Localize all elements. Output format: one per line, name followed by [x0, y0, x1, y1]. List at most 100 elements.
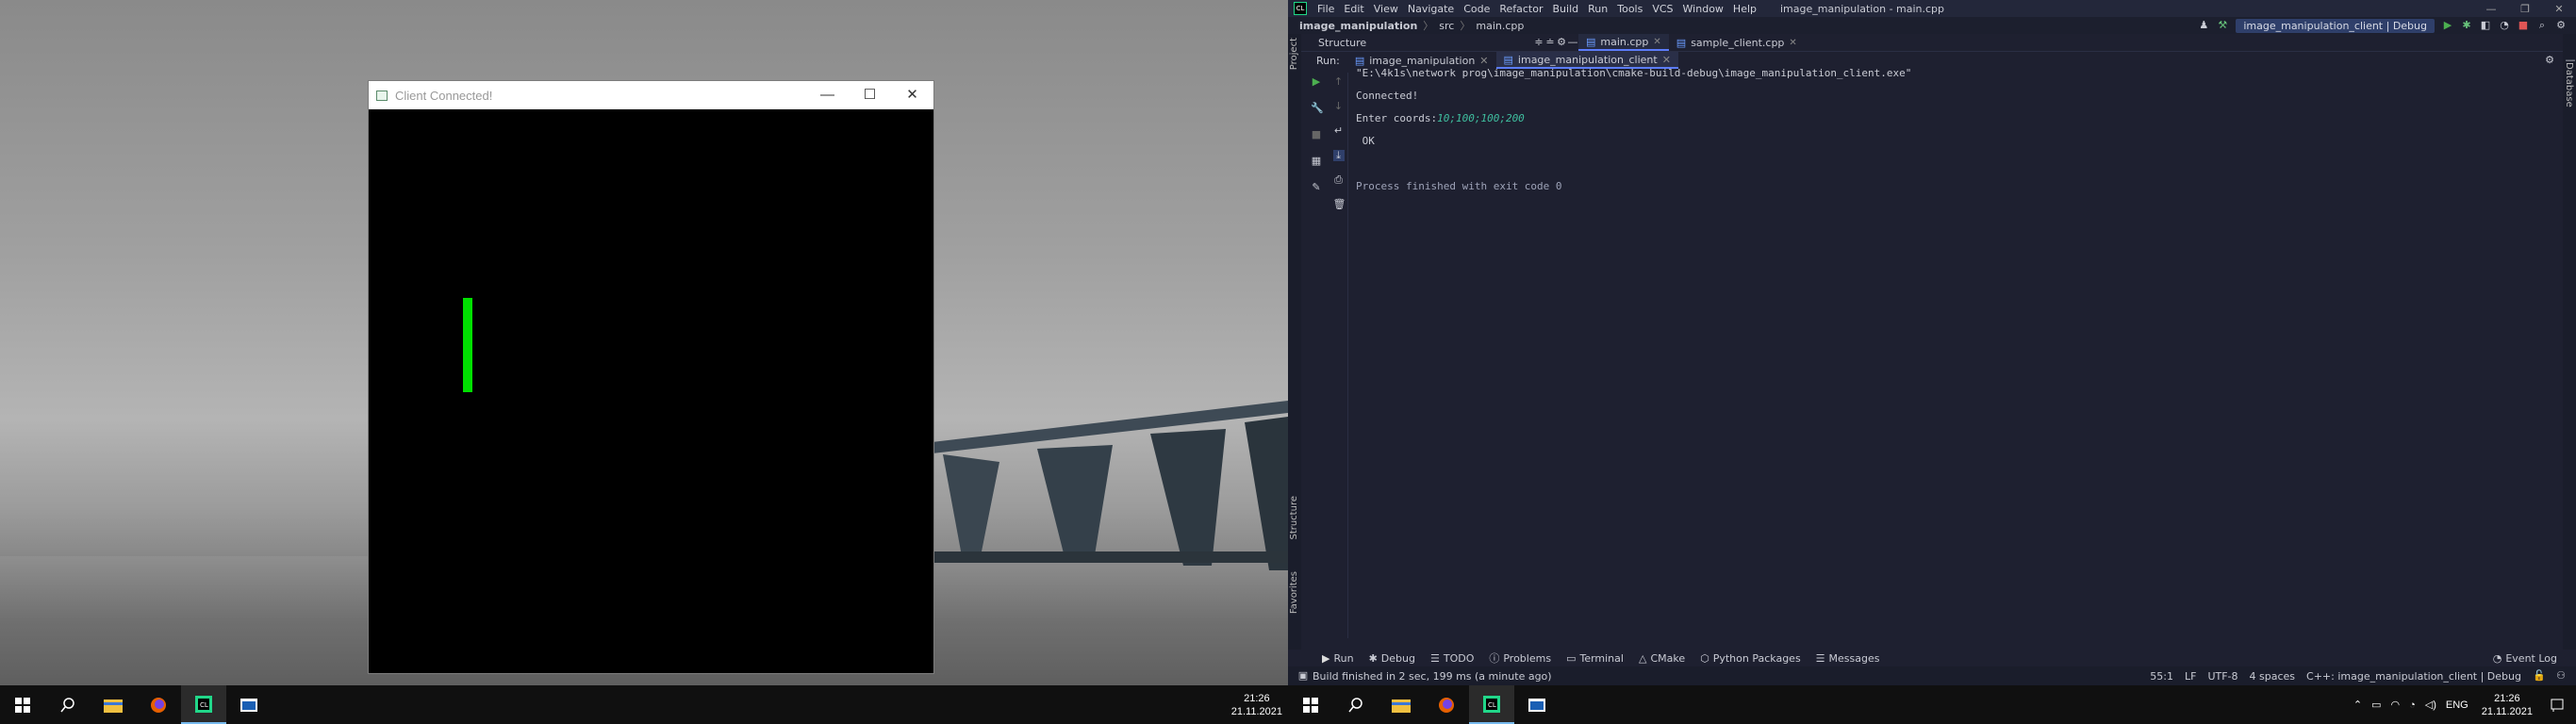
breadcrumb-folder[interactable]: src [1439, 20, 1454, 32]
close-button[interactable]: ✕ [891, 81, 933, 109]
caret-position[interactable]: 55:1 [2150, 670, 2173, 683]
build-hammer-icon[interactable]: ⚒ [2217, 20, 2228, 31]
tab-main-cpp[interactable]: ▤ main.cpp ✕ [1578, 34, 1669, 51]
ide-minimize-button[interactable]: — [2474, 3, 2508, 15]
run-settings-icon[interactable]: ⚙ [2544, 55, 2555, 66]
close-tab-icon[interactable]: ✕ [1789, 38, 1796, 48]
taskbar-firefox[interactable] [1424, 685, 1469, 724]
layout-icon[interactable]: ▦ [1311, 156, 1322, 167]
menu-navigate[interactable]: Navigate [1403, 3, 1459, 15]
favorites-tool-button[interactable]: Favorites [1289, 571, 1299, 614]
taskbar-clion[interactable]: CL [1469, 685, 1514, 724]
run-icon[interactable]: ▶ [2442, 20, 2453, 31]
terminal-tool-tab[interactable]: ▭ Terminal [1560, 652, 1629, 665]
status-message[interactable]: Build finished in 2 sec, 199 ms (a minut… [1313, 670, 1552, 683]
file-encoding[interactable]: UTF-8 [2207, 670, 2237, 683]
close-tab-icon[interactable]: ✕ [1653, 37, 1660, 47]
project-tool-button[interactable]: Project [1289, 38, 1299, 70]
clock-right[interactable]: 21:26 21.11.2021 [2476, 692, 2538, 718]
breadcrumb-project[interactable]: image_manipulation [1299, 20, 1417, 32]
stop-icon[interactable]: ■ [2518, 20, 2529, 31]
client-window[interactable]: Client Connected! — ☐ ✕ [368, 80, 934, 674]
messages-tool-tab[interactable]: ☰ Messages [1810, 652, 1886, 665]
menu-view[interactable]: View [1369, 3, 1403, 15]
event-log-tool-tab[interactable]: ◔ Event Log [2487, 652, 2563, 665]
todo-tool-tab[interactable]: ☰ TODO [1425, 652, 1479, 665]
structure-tool-button[interactable]: Structure [1289, 496, 1299, 540]
tray-chevron-icon[interactable]: ⌃ [2353, 699, 2362, 711]
menu-vcs[interactable]: VCS [1647, 3, 1677, 15]
stop-icon[interactable]: ■ [1311, 129, 1322, 140]
wifi-icon[interactable]: ◔ [2409, 699, 2416, 711]
line-separator[interactable]: LF [2185, 670, 2196, 683]
lock-icon[interactable]: 🔓 [2533, 669, 2546, 682]
pin-icon[interactable]: ✎ [1311, 182, 1322, 193]
profile-icon[interactable]: ◔ [2499, 20, 2510, 31]
search-everywhere-icon[interactable]: ⌕ [2536, 20, 2548, 31]
menu-tools[interactable]: Tools [1612, 3, 1647, 15]
collapse-all-icon[interactable]: ≑ [1533, 37, 1544, 48]
language-context[interactable]: C++: image_manipulation_client | Debug [2306, 670, 2521, 683]
ide-restore-button[interactable]: ❐ [2508, 3, 2542, 15]
menu-run[interactable]: Run [1583, 3, 1612, 15]
indent-setting[interactable]: 4 spaces [2250, 670, 2296, 683]
structure-panel-label[interactable]: Structure [1316, 37, 1366, 49]
menu-code[interactable]: Code [1459, 3, 1494, 15]
structure-settings-icon[interactable]: ⚙ [1556, 37, 1567, 48]
soft-wrap-icon[interactable]: ↵ [1333, 125, 1345, 137]
taskbar-explorer[interactable] [1379, 685, 1424, 724]
problems-tool-tab[interactable]: ⓘ Problems [1483, 650, 1557, 666]
taskbar-client-app[interactable] [226, 685, 272, 724]
run-console[interactable]: "E:\4k1s\network prog\image_manipulation… [1356, 62, 1911, 198]
volume-icon[interactable]: ◁) [2425, 699, 2436, 711]
taskbar-firefox[interactable] [136, 685, 181, 724]
inspector-icon[interactable]: ⚇ [2555, 669, 2567, 682]
rerun-icon[interactable]: ▶ [1311, 76, 1322, 88]
hide-icon[interactable]: — [1567, 37, 1578, 48]
settings-icon[interactable]: ⚙ [2555, 20, 2567, 31]
search-button[interactable] [1333, 685, 1379, 724]
menu-help[interactable]: Help [1728, 3, 1761, 15]
menu-build[interactable]: Build [1548, 3, 1584, 15]
search-button[interactable] [45, 685, 91, 724]
battery-icon[interactable]: ▭ [2371, 699, 2381, 711]
database-tool-button[interactable]: Database [2564, 62, 2574, 107]
coverage-icon[interactable]: ◧ [2480, 20, 2491, 31]
start-button[interactable] [0, 685, 45, 724]
menu-file[interactable]: File [1313, 3, 1339, 15]
python-packages-tool-tab[interactable]: ⬡ Python Packages [1694, 652, 1807, 665]
user-icon[interactable]: ♟ [2198, 20, 2209, 31]
expand-all-icon[interactable]: ≐ [1544, 37, 1556, 48]
taskbar-client-app[interactable] [1514, 685, 1560, 724]
language-indicator[interactable]: ENG [2446, 699, 2469, 711]
debug-icon[interactable]: ✱ [2461, 20, 2472, 31]
clock-left[interactable]: 21:26 21.11.2021 [1226, 692, 1288, 718]
status-toggle-icon[interactable]: ▣ [1297, 670, 1309, 682]
cmake-tool-tab[interactable]: △ CMake [1633, 652, 1691, 665]
notifications-button[interactable] [2538, 685, 2576, 724]
up-arrow-icon[interactable]: ↑ [1333, 76, 1345, 88]
start-button[interactable] [1288, 685, 1333, 724]
tab-sample-client-cpp[interactable]: ▤ sample_client.cpp ✕ [1669, 34, 1805, 51]
breadcrumb-file[interactable]: main.cpp [1476, 20, 1524, 32]
debug-tool-tab[interactable]: ✱ Debug [1363, 652, 1421, 665]
menu-edit[interactable]: Edit [1339, 3, 1368, 15]
print-icon[interactable]: ⎙ [1333, 174, 1345, 186]
wrench-icon[interactable]: 🔧 [1311, 103, 1324, 114]
run-config-select[interactable]: image_manipulation_client | Debug [2236, 18, 2435, 33]
trash-icon[interactable]: 🗑 [1333, 199, 1346, 210]
down-arrow-icon[interactable]: ↓ [1333, 101, 1345, 112]
network-icon[interactable]: ◠ [2391, 699, 2401, 711]
scroll-to-end-icon[interactable]: ⤓ [1332, 150, 1345, 161]
minimize-button[interactable]: — [806, 81, 849, 109]
run-tool-tab[interactable]: ▶ Run [1316, 652, 1360, 665]
taskbar-explorer[interactable] [91, 685, 136, 724]
hide-run-icon[interactable]: — [2565, 55, 2576, 66]
maximize-button[interactable]: ☐ [849, 81, 891, 109]
taskbar-clion[interactable]: CL [181, 685, 226, 724]
ide-close-button[interactable]: ✕ [2542, 3, 2576, 15]
client-canvas[interactable] [369, 109, 933, 673]
menu-refactor[interactable]: Refactor [1494, 3, 1547, 15]
menu-window[interactable]: Window [1678, 3, 1728, 15]
client-titlebar[interactable]: Client Connected! — ☐ ✕ [369, 81, 933, 109]
